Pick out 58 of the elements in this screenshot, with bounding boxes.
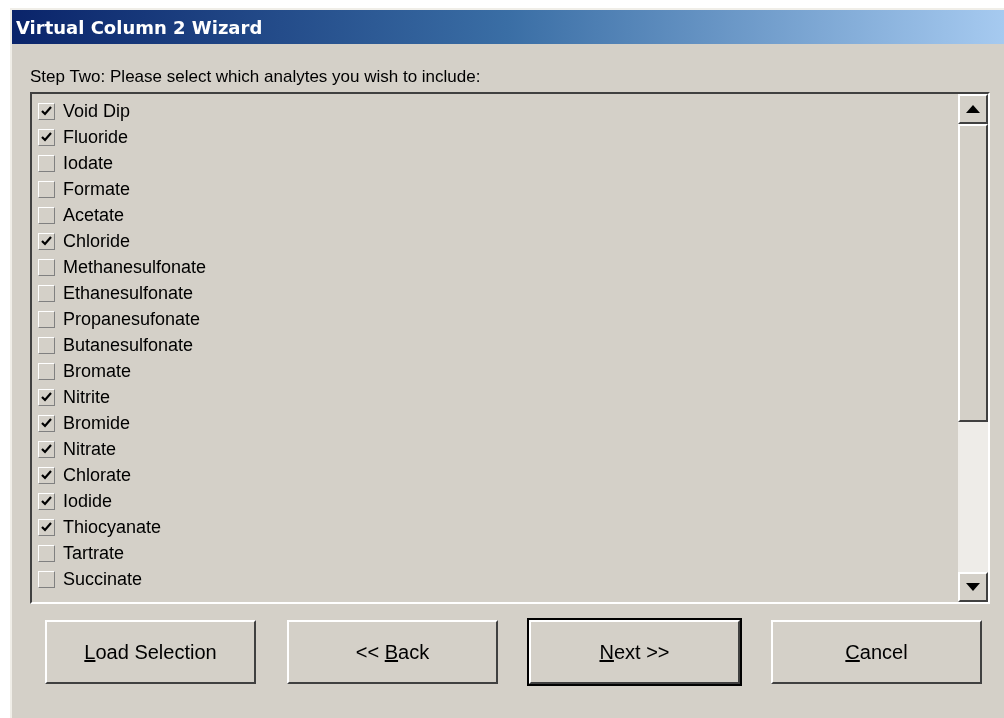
analyte-label: Succinate xyxy=(63,568,143,590)
scroll-up-button[interactable] xyxy=(958,94,988,124)
scrollbar-thumb[interactable] xyxy=(958,124,988,422)
checkbox[interactable] xyxy=(38,518,55,536)
check-icon xyxy=(41,469,52,481)
checkbox[interactable] xyxy=(38,492,55,510)
scroll-down-button[interactable] xyxy=(958,572,988,602)
analyte-label: Methanesulfonate xyxy=(63,256,207,278)
checkbox[interactable] xyxy=(38,544,55,562)
wizard-button[interactable]: Next >> xyxy=(529,620,740,684)
checkbox[interactable] xyxy=(38,258,55,276)
checkbox[interactable] xyxy=(38,466,55,484)
window-title: Virtual Column 2 Wizard xyxy=(12,10,1004,44)
check-icon xyxy=(41,131,52,143)
check-icon xyxy=(41,235,52,247)
checkbox[interactable] xyxy=(38,362,55,380)
analyte-label: Nitrite xyxy=(63,386,110,408)
analyte-label: Chloride xyxy=(63,230,131,252)
up-arrow-icon xyxy=(966,105,980,113)
check-icon xyxy=(41,521,52,533)
checkbox[interactable] xyxy=(38,388,55,406)
analyte-label: Ethanesulfonate xyxy=(63,282,194,304)
analyte-label: Fluoride xyxy=(63,126,129,148)
analyte-label: Iodate xyxy=(63,152,114,174)
step-instruction: Step Two: Please select which analytes you wish to include: xyxy=(30,66,482,88)
down-arrow-icon xyxy=(966,583,980,591)
analyte-label: Tartrate xyxy=(63,542,125,564)
checkbox[interactable] xyxy=(38,440,55,458)
checkbox[interactable] xyxy=(38,570,55,588)
check-icon xyxy=(41,443,52,455)
analyte-label: Propanesufonate xyxy=(63,308,201,330)
wizard-button[interactable]: << Back xyxy=(287,620,498,684)
wizard-button[interactable]: Cancel xyxy=(771,620,982,684)
check-icon xyxy=(41,105,52,117)
checkbox[interactable] xyxy=(38,128,55,146)
checkbox[interactable] xyxy=(38,206,55,224)
checkbox[interactable] xyxy=(38,414,55,432)
analyte-label: Iodide xyxy=(63,490,113,512)
checkbox[interactable] xyxy=(38,102,55,120)
checkbox[interactable] xyxy=(38,284,55,302)
checkbox[interactable] xyxy=(38,310,55,328)
checkbox[interactable] xyxy=(38,336,55,354)
analyte-label: Bromide xyxy=(63,412,131,434)
checkbox[interactable] xyxy=(38,154,55,172)
analyte-label: Chlorate xyxy=(63,464,132,486)
check-icon xyxy=(41,495,52,507)
analyte-label: Void Dip xyxy=(63,100,131,122)
check-icon xyxy=(41,391,52,403)
check-icon xyxy=(41,417,52,429)
checkbox[interactable] xyxy=(38,232,55,250)
wizard-button[interactable]: Load Selection xyxy=(45,620,256,684)
analyte-label: Nitrate xyxy=(63,438,116,460)
analyte-label: Thiocyanate xyxy=(63,516,162,538)
analyte-label: Acetate xyxy=(63,204,125,226)
analyte-label: Butanesulfonate xyxy=(63,334,194,356)
checkbox[interactable] xyxy=(38,180,55,198)
analyte-label: Bromate xyxy=(63,360,132,382)
analyte-label: Formate xyxy=(63,178,131,200)
